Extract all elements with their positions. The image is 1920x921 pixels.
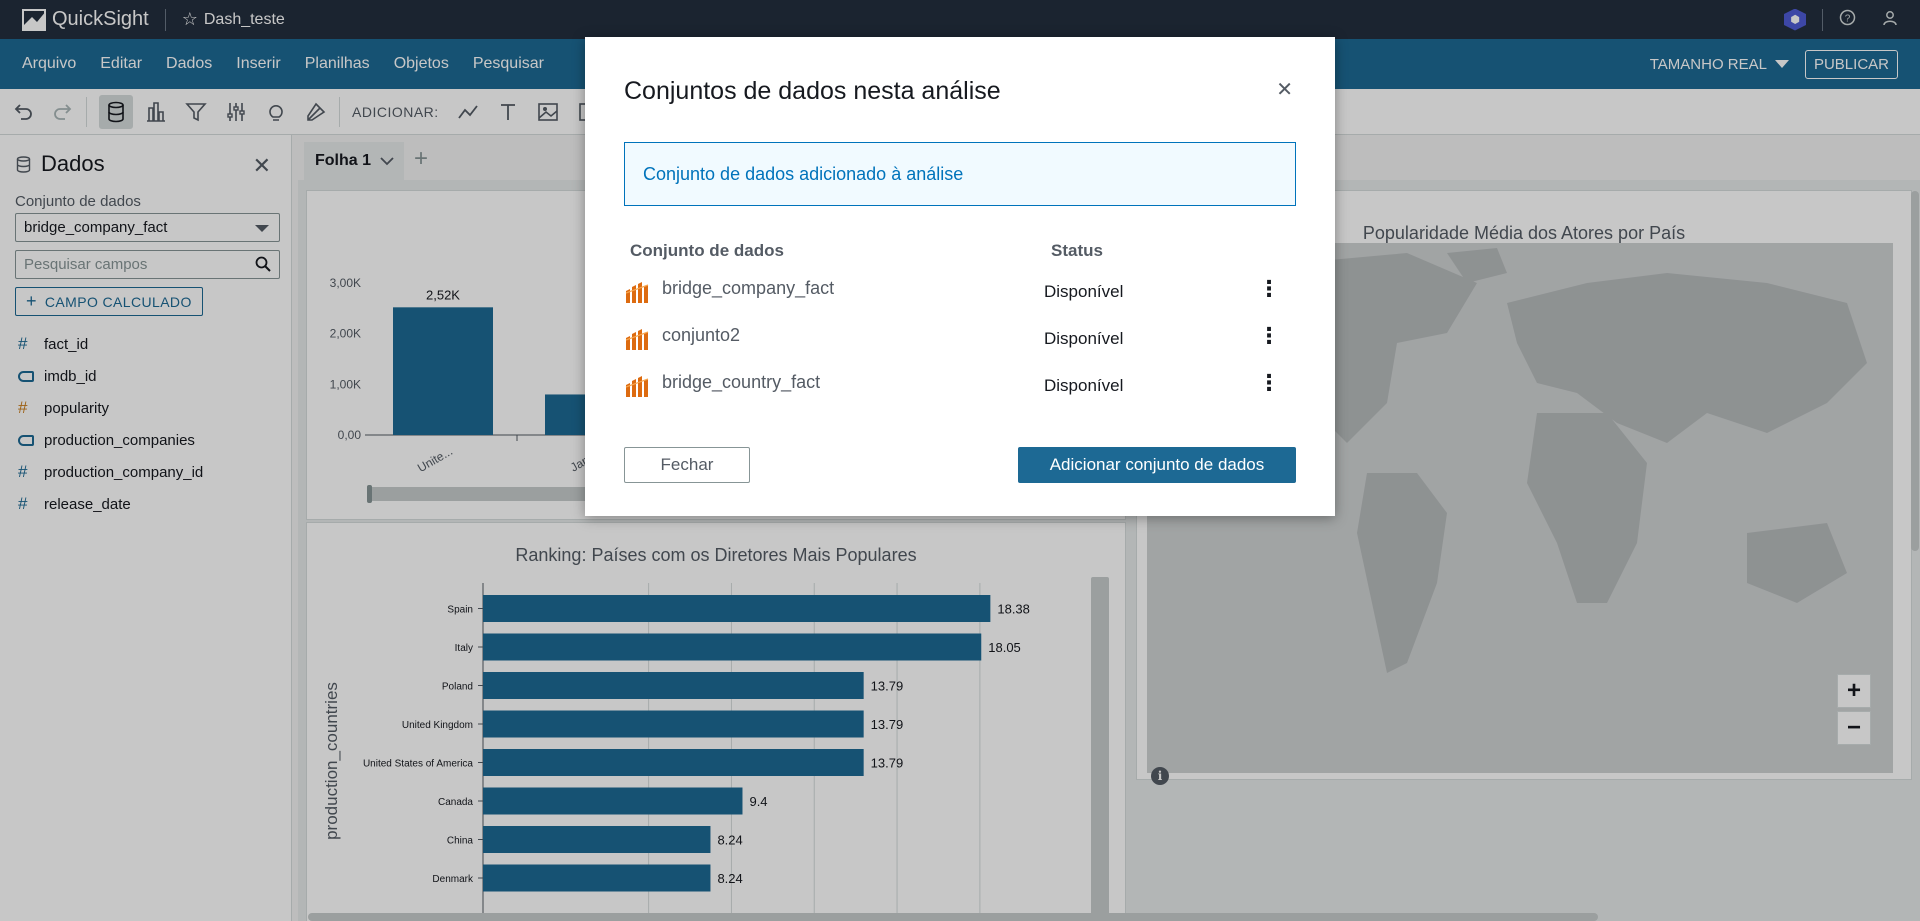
success-alert: Conjunto de dados adicionado à análise xyxy=(624,142,1296,206)
dataset-spice-icon xyxy=(625,329,649,350)
dataset-row: bridge_company_fact Disponível ⋮ xyxy=(624,273,1296,313)
dataset-name: conjunto2 xyxy=(662,325,741,345)
col-header-status: Status xyxy=(1051,241,1103,260)
dataset-status: Disponível xyxy=(1044,282,1124,301)
dataset-status: Disponível xyxy=(1044,376,1124,395)
dataset-spice-icon xyxy=(625,282,649,303)
close-button[interactable]: Fechar xyxy=(624,447,750,483)
datasets-modal: Conjuntos de dados nesta análise ✕ Conju… xyxy=(585,37,1335,516)
dataset-name: bridge_country_fact xyxy=(662,372,821,392)
more-options-icon[interactable]: ⋮ xyxy=(1258,372,1280,394)
dataset-row: conjunto2 Disponível ⋮ xyxy=(624,320,1296,360)
more-options-icon[interactable]: ⋮ xyxy=(1258,325,1280,347)
dataset-name: bridge_company_fact xyxy=(662,278,835,298)
add-dataset-button[interactable]: Adicionar conjunto de dados xyxy=(1018,447,1296,483)
dataset-status: Disponível xyxy=(1044,329,1124,348)
dataset-spice-icon xyxy=(625,376,649,397)
close-icon[interactable]: ✕ xyxy=(1276,77,1293,102)
dataset-row: bridge_country_fact Disponível ⋮ xyxy=(624,367,1296,407)
modal-title: Conjuntos de dados nesta análise xyxy=(624,77,1001,105)
col-header-dataset: Conjunto de dados xyxy=(630,241,784,260)
more-options-icon[interactable]: ⋮ xyxy=(1258,278,1280,300)
